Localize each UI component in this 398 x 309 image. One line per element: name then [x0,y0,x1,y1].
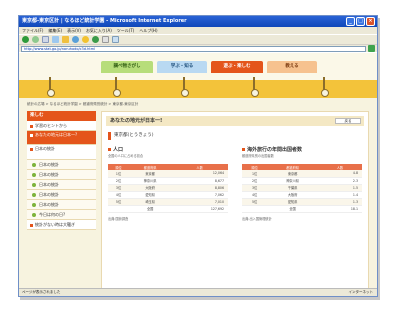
site-nav: 調べ物さがし 学ぶ・知る 遊ぶ・楽しむ 教える [19,53,377,80]
tab-learn[interactable]: 学ぶ・知る [157,61,207,73]
left-panel: 人口 全国の人口に占める割合 順位 都道府県 人数 1位 東京都 12,064 2位… [108,146,228,221]
table-row: 3位 大阪府 8,806 [108,184,228,192]
mail-icon[interactable] [102,36,109,43]
panel-title: 人口 [108,146,228,154]
status-bar: ページが表示されました インターネット [19,288,377,296]
green-dot-icon [32,183,36,187]
sidebar-subitem[interactable]: 日本の統計 [27,200,96,210]
title-bar[interactable]: 東京都-東京区計 | なるほど統計学園 - Microsoft Internet… [19,16,377,27]
home-icon[interactable] [62,36,69,43]
window-controls: _ □ × [346,17,375,26]
favorites-star-icon[interactable] [82,36,89,43]
table-row: 5位 愛知県 1.3 [242,198,362,206]
panel-description: 都道府県別の出国者数 [242,154,274,158]
green-dot-icon [32,193,36,197]
bullet-icon [30,147,33,151]
table-row: 3位 千葉県 1.5 [242,184,362,192]
minimize-icon[interactable]: _ [346,17,355,26]
address-bar: http://www.stat.go.jp/naruhodo/c3d.html [19,44,377,52]
tab-play[interactable]: 遊ぶ・楽しむ [211,61,263,73]
address-input[interactable]: http://www.stat.go.jp/naruhodo/c3d.html [21,45,366,52]
green-dot-icon [32,163,36,167]
maximize-icon[interactable]: □ [356,17,365,26]
sidebar-item[interactable]: 統計がない時は大騒ぎ [27,220,96,230]
menu-tools[interactable]: ツール(T) [117,27,135,34]
panel-title: 海外旅行の年間出国者数 [242,146,362,154]
bullet-icon [108,148,111,151]
ranking-table: 順位 都道府県 人数 1位 東京都 4.8 2位 神奈川県 2.3 3位 千葉県 1.5 4… [242,164,362,213]
close-icon[interactable]: × [366,17,375,26]
sidebar-subitem[interactable]: 日本の統計 [27,160,96,170]
page-title: あなたの地元が日本一! [110,118,163,124]
browser-toolbar [19,34,377,44]
menu-bar: ファイル(F) 編集(E) 表示(V) お気に入り(A) ツール(T) ヘルプ(… [19,27,377,34]
hanger-icon [321,77,329,97]
browser-window: 東京都-東京区計 | なるほど統計学園 - Microsoft Internet… [18,15,378,297]
back-icon[interactable] [22,36,29,43]
table-row: 4位 大阪府 1.4 [242,191,362,199]
bullet-icon [30,223,33,227]
ranking-table: 順位 都道府県 人数 1位 東京都 12,064 2位 神奈川県 8,677 3位 大阪府… [108,164,228,213]
sidebar-subitem[interactable]: 今日は何の日? [27,210,96,220]
sidebar-subitem[interactable]: 日本の統計 [27,170,96,180]
hanger-icon [113,77,121,97]
green-dot-icon [32,213,36,217]
status-text: ページが表示されました [22,290,61,294]
panel-description: 全国の人口に占める割合 [108,154,144,158]
table-row: 4位 愛知県 7,062 [108,191,228,199]
menu-help[interactable]: ヘルプ(H) [139,27,157,34]
breadcrumb[interactable]: 統計の広場 > なるほど統計学園 > 都道府県別統計 > 東京都-東京区計 [27,102,138,107]
back-button[interactable]: 戻る [335,118,361,124]
security-zone: インターネット [348,290,374,294]
hanger-icon [181,77,189,97]
table-total-row: 全国 18.1 [242,205,362,213]
menu-file[interactable]: ファイル(F) [22,27,43,34]
table-row: 1位 東京都 4.8 [242,170,362,178]
menu-favorites[interactable]: お気に入り(A) [86,27,112,34]
go-icon[interactable] [368,45,375,52]
web-page: 調べ物さがし 学ぶ・知る 遊ぶ・楽しむ 教える 統計の広場 > なるほど統計学園… [19,53,377,288]
history-icon[interactable] [92,36,99,43]
right-panel: 海外旅行の年間出国者数 都道府県別の出国者数 順位 都道府県 人数 1位 東京都 4… [242,146,362,221]
stop-icon[interactable] [42,36,49,43]
table-row: 2位 神奈川県 8,677 [108,177,228,185]
bullet-icon [242,148,245,151]
bullet-icon [30,124,33,128]
refresh-icon[interactable] [52,36,59,43]
menu-edit[interactable]: 編集(E) [48,27,62,34]
sidebar-subitem[interactable]: 日本の統計 [27,190,96,200]
hanger-icon [47,77,55,97]
bullet-icon [30,133,33,137]
sidebar-subitem[interactable]: 日本の統計 [27,180,96,190]
decorative-band [19,77,377,98]
table-total-row: 全国 127,692 [108,205,228,213]
tab-search[interactable]: 調べ物さがし [101,61,153,73]
tab-teach[interactable]: 教える [267,61,317,73]
table-row: 5位 埼玉県 7,010 [108,198,228,206]
table-row: 1位 東京都 12,064 [108,170,228,178]
table-row: 2位 神奈川県 2.3 [242,177,362,185]
source-note: 出典:出入国管理統計 [242,216,272,221]
city-heading: 東京都(とうきょう) [108,132,362,140]
green-dot-icon [32,203,36,207]
print-icon[interactable] [112,36,119,43]
sidebar-item-active[interactable]: あなたの地元は日本一? [27,131,96,145]
sidebar-item[interactable]: 学習のヒントから [27,121,96,131]
sidebar: 楽しむ 学習のヒントから あなたの地元は日本一? 日本の統計 日本の統計 日本の… [27,111,96,288]
menu-view[interactable]: 表示(V) [67,27,81,34]
search-icon[interactable] [72,36,79,43]
source-note: 出典:国勢調査 [108,216,129,221]
window-title: 東京都-東京区計 | なるほど統計学園 - Microsoft Internet… [22,18,187,24]
main-content: あなたの地元が日本一! 戻る 東京都(とうきょう) 人口 全国の人口に占める割合… [101,111,369,288]
content-header: あなたの地元が日本一! 戻る [106,116,364,126]
sidebar-heading: 楽しむ [27,111,96,121]
sidebar-item[interactable]: 日本の統計 [27,145,96,160]
forward-icon[interactable] [32,36,39,43]
green-dot-icon [32,173,36,177]
hanger-icon [251,77,259,97]
